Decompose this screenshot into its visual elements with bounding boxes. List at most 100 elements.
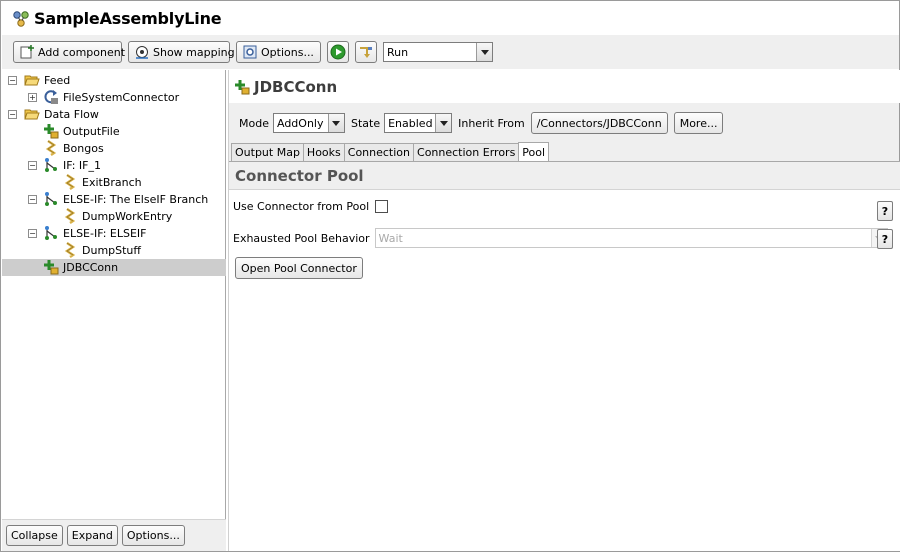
- exhausted-behavior-row: Exhausted Pool Behavior Wait: [233, 228, 888, 248]
- mode-value: AddOnly: [276, 116, 324, 130]
- assembly-line-icon: [12, 10, 30, 28]
- script-icon: [62, 174, 78, 190]
- tree-options-button[interactable]: Options...: [121, 525, 185, 546]
- exhausted-behavior-select[interactable]: Wait: [374, 228, 888, 248]
- tree-node-label: ELSE-IF: ELSEIF: [63, 227, 147, 240]
- tab-pool[interactable]: Pool: [518, 142, 550, 162]
- help-button-use-pool[interactable]: ?: [877, 201, 893, 221]
- tab-connection-errors[interactable]: Connection Errors: [413, 143, 520, 161]
- tree-node-bongos[interactable]: Bongos: [2, 140, 226, 157]
- tree-footer: Collapse Expand Options...: [2, 519, 226, 551]
- branch-icon: [43, 225, 59, 241]
- connector-add-icon: [234, 79, 250, 95]
- tree-node-dumpworkentry[interactable]: DumpWorkEntry: [2, 208, 226, 225]
- tree-node-feed[interactable]: − Feed: [2, 72, 226, 89]
- toolbar-options-button[interactable]: Options...: [236, 41, 321, 63]
- tab-connection[interactable]: Connection: [343, 143, 415, 161]
- debug-step-button[interactable]: [355, 41, 377, 63]
- tree-node-label: DumpStuff: [82, 244, 141, 257]
- show-mapping-icon: [134, 44, 150, 60]
- main-toolbar: Add component Show mapping Options... Ru…: [2, 35, 899, 69]
- mode-label: Mode: [239, 116, 269, 130]
- component-properties-bar: Mode AddOnly State Enabled Inherit From …: [229, 110, 724, 136]
- open-pool-connector-button[interactable]: Open Pool Connector: [235, 257, 363, 279]
- tree-node-elseif[interactable]: − ELSE-IF: ELSEIF: [2, 225, 226, 242]
- collapse-button[interactable]: Collapse: [6, 525, 63, 546]
- exhausted-behavior-label: Exhausted Pool Behavior: [233, 231, 370, 245]
- tree-node-elseif-branch[interactable]: − ELSE-IF: The ElseIF Branch: [2, 191, 226, 208]
- inherit-from-button[interactable]: /Connectors/JDBCConn: [530, 112, 668, 134]
- tab-label: Pool: [522, 146, 546, 159]
- run-mode-value: Run: [387, 45, 409, 59]
- component-title: JDBCConn: [254, 77, 338, 96]
- use-pool-checkbox[interactable]: [375, 200, 389, 213]
- tree-node-jdbcconn[interactable]: JDBCConn: [2, 259, 226, 276]
- collapse-toggle-icon[interactable]: −: [8, 76, 17, 85]
- component-editor: JDBCConn Mode AddOnly State Enabled Inhe…: [228, 70, 900, 551]
- tree-node-data-flow[interactable]: − Data Flow: [2, 106, 226, 123]
- script-icon: [62, 208, 78, 224]
- show-mapping-label: Show mapping: [153, 45, 235, 59]
- inherit-from-value: /Connectors/JDBCConn: [536, 116, 662, 130]
- tree-node-outputfile[interactable]: OutputFile: [2, 123, 226, 140]
- tree-node-label: FileSystemConnector: [63, 91, 180, 104]
- add-component-button[interactable]: Add component: [13, 41, 126, 63]
- tab-output-map[interactable]: Output Map: [231, 143, 304, 161]
- state-value: Enabled: [388, 116, 433, 130]
- more-button-label: More...: [679, 116, 718, 130]
- tree-node-exitbranch[interactable]: ExitBranch: [2, 174, 226, 191]
- add-component-icon: [19, 44, 35, 60]
- toolbar-options-label: Options...: [261, 45, 314, 59]
- tree-node-label: ELSE-IF: The ElseIF Branch: [63, 193, 209, 206]
- tree-node-label: OutputFile: [63, 125, 120, 138]
- tree-node-label: JDBCConn: [63, 261, 119, 274]
- tree-node-label: DumpWorkEntry: [82, 210, 173, 223]
- collapse-toggle-icon[interactable]: −: [28, 161, 37, 170]
- options-gear-icon: [242, 44, 258, 60]
- tree-node-label: Data Flow: [44, 108, 99, 121]
- expand-button[interactable]: Expand: [66, 525, 118, 546]
- state-select[interactable]: Enabled: [384, 113, 453, 133]
- tree-options-label: Options...: [126, 529, 180, 542]
- collapse-toggle-icon[interactable]: −: [28, 195, 37, 204]
- expand-button-label: Expand: [71, 529, 113, 542]
- assembly-tree: − Feed + FileSystemConnector − Data Flow…: [2, 72, 226, 276]
- collapse-button-label: Collapse: [11, 529, 58, 542]
- run-mode-select[interactable]: Run: [383, 42, 493, 62]
- tree-node-dumpstuff[interactable]: DumpStuff: [2, 242, 226, 259]
- tab-label: Output Map: [235, 146, 300, 159]
- add-component-label: Add component: [38, 45, 126, 59]
- tree-node-if-1[interactable]: − IF: IF_1: [2, 157, 226, 174]
- help-label: ?: [881, 204, 889, 218]
- component-tabs: Output Map Hooks Connection Connection E…: [229, 142, 550, 162]
- tab-label: Connection Errors: [417, 146, 516, 159]
- app-window: SampleAssemblyLine Add component Show ma…: [0, 0, 900, 552]
- run-button[interactable]: [327, 41, 349, 63]
- chevron-down-icon[interactable]: [435, 114, 452, 132]
- show-mapping-button[interactable]: Show mapping: [128, 41, 235, 63]
- inherit-from-label: Inherit From: [458, 116, 525, 130]
- connector-refresh-icon: [43, 89, 59, 105]
- script-icon: [62, 242, 78, 258]
- assembly-tree-pane: − Feed + FileSystemConnector − Data Flow…: [2, 70, 226, 551]
- more-button[interactable]: More...: [673, 112, 724, 134]
- chevron-down-icon[interactable]: [476, 43, 492, 61]
- mode-select[interactable]: AddOnly: [272, 113, 345, 133]
- chevron-down-icon[interactable]: [327, 114, 344, 132]
- use-pool-label: Use Connector from Pool: [233, 200, 370, 213]
- collapse-toggle-icon[interactable]: −: [28, 229, 37, 238]
- script-icon: [43, 140, 59, 156]
- collapse-toggle-icon[interactable]: −: [8, 110, 17, 119]
- exhausted-behavior-value: Wait: [378, 231, 403, 245]
- branch-icon: [43, 157, 59, 173]
- component-header: JDBCConn: [229, 70, 900, 103]
- tree-node-label: IF: IF_1: [63, 159, 101, 172]
- tree-node-filesystemconnector[interactable]: + FileSystemConnector: [2, 89, 226, 106]
- tab-label: Connection: [347, 146, 411, 159]
- tab-hooks[interactable]: Hooks: [302, 143, 345, 161]
- step-arrow-icon: [358, 44, 374, 60]
- window-title: SampleAssemblyLine: [34, 9, 222, 28]
- help-button-exhausted[interactable]: ?: [877, 229, 893, 249]
- section-title: Connector Pool: [229, 162, 900, 190]
- expand-toggle-icon[interactable]: +: [28, 93, 37, 102]
